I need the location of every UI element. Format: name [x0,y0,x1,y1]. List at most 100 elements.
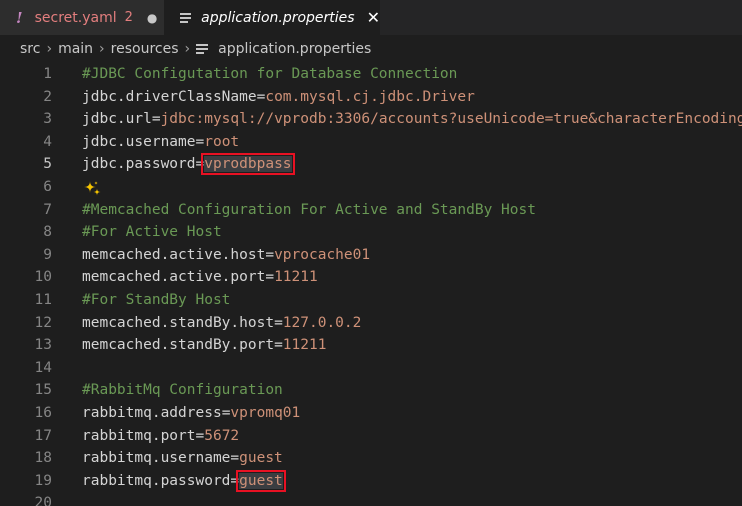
property-key: memcached.active.port [82,269,266,286]
breadcrumb-item-file[interactable]: application.properties [218,41,371,57]
code-text: jdbc.url=jdbc:mysql://vprodb:3306/accoun… [82,108,742,131]
code-line[interactable]: 5 jdbc.password=vprodbpass [0,153,742,176]
line-number: 4 [43,133,52,150]
property-key: jdbc.password [82,156,196,173]
property-value: 127.0.0.2 [282,314,362,331]
sparkle-icon[interactable] [83,180,101,196]
code-text: #RabbitMq Configuration [82,379,283,402]
chevron-right-icon: › [46,41,53,57]
code-line[interactable]: 15 #RabbitMq Configuration [0,379,742,402]
comment-text: #RabbitMq Configuration [82,382,283,399]
equals-sign: = [195,133,205,150]
code-line[interactable]: 16 rabbitmq.address=vpromq01 [0,402,742,425]
property-value: vpromq01 [230,405,301,421]
breadcrumb-item-main[interactable]: main [58,41,93,57]
code-editor[interactable]: 1 #JDBC Configutation for Database Connec… [0,63,742,506]
code-line[interactable]: 6 [0,176,742,199]
comment-text: #For Active Host [82,224,222,241]
code-text: #For Active Host [82,221,222,244]
line-number: 2 [43,88,52,105]
unsaved-dot-icon[interactable]: ● [147,11,157,25]
equals-sign: = [230,472,240,489]
code-line[interactable]: 8 #For Active Host [0,221,742,244]
code-text: rabbitmq.address=vpromq01 [82,402,300,425]
property-key: rabbitmq.address [82,405,222,421]
code-line[interactable]: 18 rabbitmq.username=guest [0,447,742,470]
line-number: 14 [34,359,52,376]
comment-text: #Memcached Configuration For Active and … [82,201,536,218]
property-key: memcached.standBy.host [82,314,275,331]
line-number: 13 [34,337,52,354]
tab-secret-yaml[interactable]: ! secret.yaml 2 ● [0,0,164,35]
property-value: 11211 [274,269,318,286]
line-number: 12 [34,314,52,331]
code-line[interactable]: 9 memcached.active.host=vprocache01 [0,244,742,267]
property-value: root [204,133,240,150]
line-number: 11 [34,292,52,308]
chevron-right-icon: › [184,41,191,57]
property-key: memcached.standBy.port [82,337,275,354]
close-icon[interactable]: ✕ [367,8,380,27]
code-text: #JDBC Configutation for Database Connect… [82,63,457,86]
equals-sign: = [274,337,283,354]
tab-label: secret.yaml [34,9,117,26]
code-text: memcached.standBy.port=11211 [82,334,326,357]
problems-count-badge: 2 [124,10,133,25]
line-number: 20 [34,495,52,506]
tab-label: application.properties [201,9,355,26]
code-line[interactable]: 20 [0,492,742,506]
property-value: com.mysql.cj.jdbc.Driver [265,88,475,105]
code-line[interactable]: 17 rabbitmq.port=5672 [0,425,742,448]
code-line[interactable]: 13 memcached.standBy.port=11211 [0,334,742,357]
equals-sign: = [195,427,205,444]
code-text: jdbc.username=root [82,131,239,154]
highlighted-password-value: guest [236,469,286,492]
highlighted-password-value: vprodbpass [201,153,295,176]
line-number: 9 [43,246,52,263]
code-line[interactable]: 3 jdbc.url=jdbc:mysql://vprodb:3306/accou… [0,108,742,131]
code-line[interactable]: 2 jdbc.driverClassName=com.mysql.cj.jdbc.… [0,86,742,109]
property-key: jdbc.username [82,133,196,150]
line-number: 16 [34,405,52,421]
property-key: jdbc.url [82,111,152,128]
code-text: memcached.standBy.host=127.0.0.2 [82,312,361,335]
line-number: 19 [34,472,52,489]
property-key: rabbitmq.password [82,472,231,489]
line-number: 7 [43,201,52,218]
equals-sign: = [151,111,161,128]
equals-sign: = [265,246,275,263]
code-line[interactable]: 14 [0,357,742,380]
line-number: 17 [34,427,52,444]
yaml-file-icon: ! [16,8,23,27]
property-value: vprocache01 [274,246,371,263]
property-key: rabbitmq.port [82,427,196,444]
code-line[interactable]: 7 #Memcached Configuration For Active and… [0,199,742,222]
code-line[interactable]: 12 memcached.standBy.host=127.0.0.2 [0,312,742,335]
code-line[interactable]: 1 #JDBC Configutation for Database Connec… [0,63,742,86]
line-number: 3 [43,111,52,128]
equals-sign: = [195,156,205,173]
breadcrumb-item-src[interactable]: src [20,41,40,57]
properties-file-icon [196,42,209,56]
line-number: 8 [43,224,52,241]
property-key: rabbitmq.username [82,450,231,467]
property-value: 11211 [282,337,327,354]
code-text: jdbc.driverClassName=com.mysql.cj.jdbc.D… [82,86,475,109]
comment-text: #JDBC Configutation for Database Connect… [82,66,458,82]
code-line[interactable]: 11 #For StandBy Host [0,289,742,312]
code-line[interactable]: 4 jdbc.username=root [0,131,742,154]
code-line[interactable]: 19 rabbitmq.password=guest [0,469,742,493]
line-number: 10 [34,269,52,286]
breadcrumb-item-resources[interactable]: resources [111,41,179,57]
line-number: 18 [34,450,52,467]
code-text: memcached.active.port=11211 [82,266,318,289]
comment-text: #For StandBy Host [82,292,231,308]
equals-sign: = [230,450,240,467]
code-line[interactable]: 10 memcached.active.port=11211 [0,266,742,289]
chevron-right-icon: › [99,41,105,57]
tab-application-properties[interactable]: application.properties ✕ [164,0,380,35]
property-value: guest [239,450,283,467]
property-key: memcached.active.host [82,246,266,263]
equals-sign: = [265,269,275,286]
line-number: 5 [43,156,52,173]
